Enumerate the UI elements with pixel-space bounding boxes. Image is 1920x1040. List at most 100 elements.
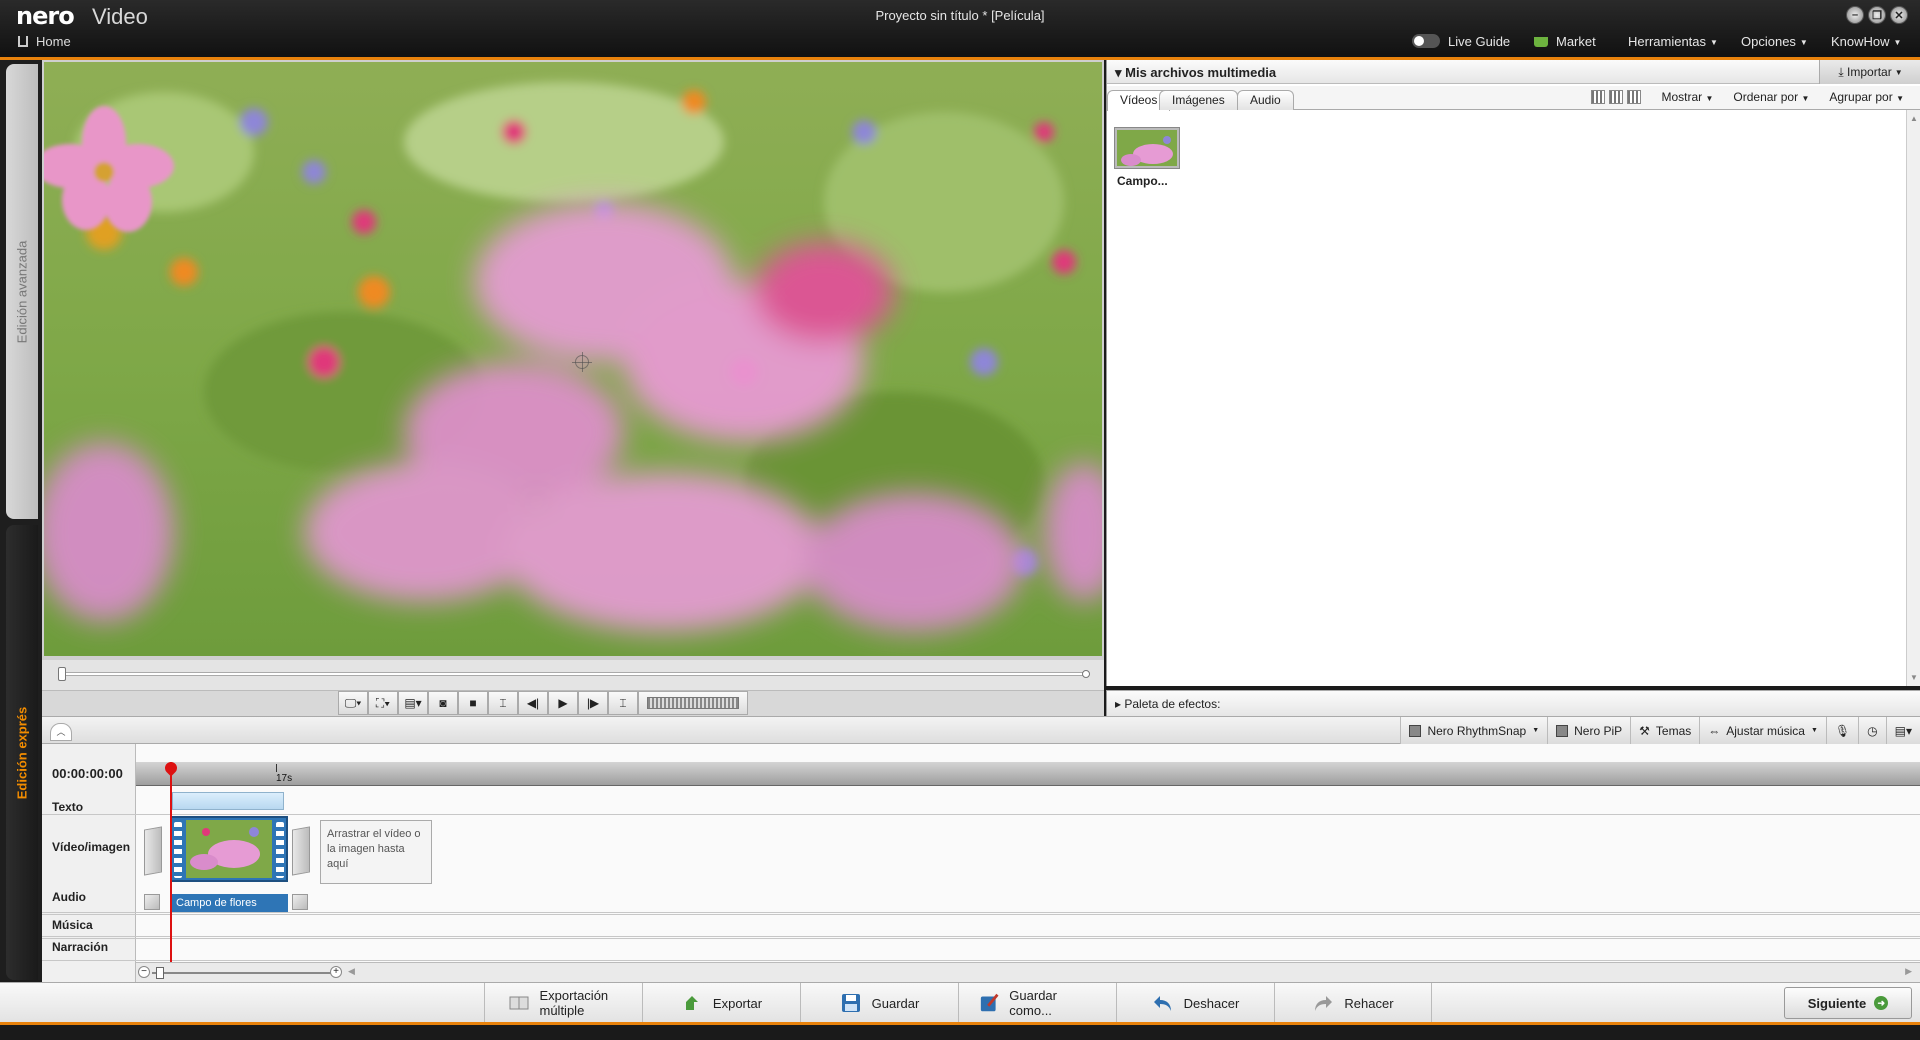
media-item-thumbnail[interactable] — [1115, 128, 1179, 168]
save-as-button[interactable]: Guardar como... — [958, 983, 1116, 1023]
scrubber-end-marker — [1082, 670, 1090, 678]
zoom-in-icon[interactable]: + — [330, 966, 342, 978]
live-guide-toggle[interactable]: Live Guide — [1412, 34, 1510, 49]
ordenar-menu[interactable]: Ordenar por ▼ — [1733, 90, 1809, 104]
scroll-left-icon[interactable]: ◀ — [348, 966, 355, 977]
save-button[interactable]: Guardar — [800, 983, 958, 1023]
layout-button[interactable]: ▤▾ — [398, 691, 428, 715]
export-multiple-button[interactable]: Exportación múltiple — [484, 983, 642, 1023]
agrupar-menu[interactable]: Agrupar por ▼ — [1829, 90, 1904, 104]
effects-palette[interactable]: ▸ Paleta de efectos: — [1106, 690, 1920, 716]
flower-field-image — [44, 62, 1102, 656]
view-grid-icon[interactable] — [1609, 90, 1624, 104]
temas-button[interactable]: ⚒ Temas — [1630, 717, 1700, 744]
tab-advanced-label: Edición avanzada — [14, 240, 30, 343]
mark-out-button[interactable]: ⌶ — [608, 691, 638, 715]
market-button[interactable]: Market — [1534, 34, 1596, 49]
knowhow-label: KnowHow — [1831, 34, 1890, 49]
tab-express-editing[interactable]: Edición exprés — [6, 525, 38, 980]
herramientas-label: Herramientas — [1628, 34, 1707, 49]
media-toolbar: Mostrar ▼ Ordenar por ▼ Agrupar por ▼ — [1591, 90, 1904, 104]
previous-frame-button[interactable]: ◀| — [518, 691, 548, 715]
play-button[interactable]: ▶ — [548, 691, 578, 715]
home-link[interactable]: Home — [18, 34, 71, 49]
track-divider — [42, 912, 1920, 913]
video-frame[interactable] — [44, 62, 1102, 656]
close-icon[interactable]: ✕ — [1890, 6, 1908, 24]
tab-advanced-editing[interactable]: Edición avanzada — [6, 64, 38, 519]
fullscreen-button[interactable]: ⛶▾ — [368, 691, 398, 715]
redo-button[interactable]: Rehacer — [1274, 983, 1432, 1023]
download-icon: ⤓ — [1838, 64, 1848, 79]
crosshair-icon — [572, 352, 592, 372]
stop-button[interactable]: ■ — [458, 691, 488, 715]
transition-slot[interactable] — [292, 826, 310, 876]
ajustar-musica-button[interactable]: ⇔ Ajustar música ▼ — [1699, 717, 1826, 744]
herramientas-menu[interactable]: Herramientas ▼ — [1628, 34, 1718, 49]
text-track-clip[interactable] — [172, 792, 284, 810]
track-label-music: Música — [52, 918, 93, 932]
view-large-icon[interactable] — [1591, 90, 1606, 104]
scrubber-track[interactable] — [60, 672, 1086, 676]
export-button[interactable]: Exportar — [642, 983, 800, 1023]
import-button[interactable]: ⤓ Importar ▼ — [1819, 60, 1920, 84]
opciones-menu[interactable]: Opciones ▼ — [1741, 34, 1808, 49]
zoom-slider-handle[interactable] — [156, 967, 164, 979]
scroll-up-icon[interactable]: ▲ — [1910, 114, 1918, 123]
rhythmsnap-button[interactable]: Nero RhythmSnap ▼ — [1400, 717, 1548, 744]
time-ruler[interactable]: 17s — [136, 762, 1920, 786]
tab-images[interactable]: Imágenes — [1159, 90, 1238, 110]
audio-transition-slot[interactable] — [144, 894, 160, 910]
pip-icon — [1556, 724, 1569, 737]
next-button[interactable]: Siguiente ➜ — [1784, 987, 1912, 1019]
preview-scrubber[interactable] — [42, 660, 1104, 690]
tab-images-label: Imágenes — [1172, 93, 1225, 107]
save-as-icon — [980, 993, 999, 1012]
film-perforation-icon — [276, 822, 284, 878]
snapshot-button[interactable]: ◙ — [428, 691, 458, 715]
next-frame-button[interactable]: |▶ — [578, 691, 608, 715]
track-divider — [42, 938, 1920, 939]
mark-in-button[interactable]: ⌶ — [488, 691, 518, 715]
audio-transition-slot[interactable] — [292, 894, 308, 910]
clock-button[interactable]: ◷ — [1858, 717, 1886, 744]
pip-button[interactable]: Nero PiP — [1547, 717, 1631, 744]
basket-icon — [1534, 37, 1548, 47]
transition-slot[interactable] — [144, 826, 162, 876]
scroll-down-icon[interactable]: ▼ — [1910, 673, 1918, 682]
scroll-right-icon[interactable]: ▶ — [1905, 966, 1912, 977]
video-clip[interactable] — [170, 816, 288, 882]
chevron-down-icon: ▼ — [1801, 94, 1810, 103]
jog-shuttle[interactable] — [638, 691, 748, 715]
status-strip — [0, 1022, 1920, 1040]
media-item-label[interactable]: Campo... — [1117, 174, 1168, 188]
tab-audio[interactable]: Audio — [1237, 90, 1294, 110]
minimize-icon[interactable]: – — [1846, 6, 1864, 24]
collapse-timeline-button[interactable]: ︿ — [50, 723, 72, 741]
step-back-icon: ◀| — [526, 696, 540, 710]
layout-icon: ▤▾ — [404, 696, 422, 710]
effects-title: ▸ Paleta de efectos: — [1115, 697, 1221, 711]
drop-zone-hint[interactable]: Arrastrar el vídeo o la imagen hasta aqu… — [320, 820, 432, 884]
redo-icon — [1315, 996, 1333, 1011]
save-as-label: Guardar como... — [1009, 988, 1057, 1018]
mostrar-menu[interactable]: Mostrar ▼ — [1661, 90, 1713, 104]
display-mode-button[interactable]: 🖵▾ — [338, 691, 368, 715]
timeline-options-button[interactable]: ▤▾ — [1885, 717, 1920, 744]
media-panel-title[interactable]: ▾ Mis archivos multimedia — [1115, 65, 1276, 81]
undo-button[interactable]: Deshacer — [1116, 983, 1274, 1023]
bottom-action-bar: Exportación múltiple Exportar Guardar Gu… — [0, 982, 1920, 1023]
agrupar-label: Agrupar por — [1829, 90, 1893, 104]
view-list-icon[interactable] — [1627, 90, 1642, 104]
video-clip-name[interactable]: Campo de flores — [170, 894, 288, 912]
chevron-down-icon: ▼ — [1532, 727, 1540, 734]
scrubber-handle[interactable] — [58, 667, 66, 681]
media-scrollbar[interactable]: ▲ ▼ — [1906, 110, 1920, 686]
zoom-out-icon[interactable]: − — [138, 966, 150, 978]
knowhow-menu[interactable]: KnowHow ▼ — [1831, 34, 1901, 49]
microphone-button[interactable]: 🎙 — [1825, 717, 1859, 744]
wand-icon: ⚒ — [1639, 723, 1650, 738]
restore-icon[interactable]: ❐ — [1868, 6, 1886, 24]
zoom-slider-track[interactable] — [152, 972, 332, 974]
playhead[interactable] — [170, 762, 172, 962]
